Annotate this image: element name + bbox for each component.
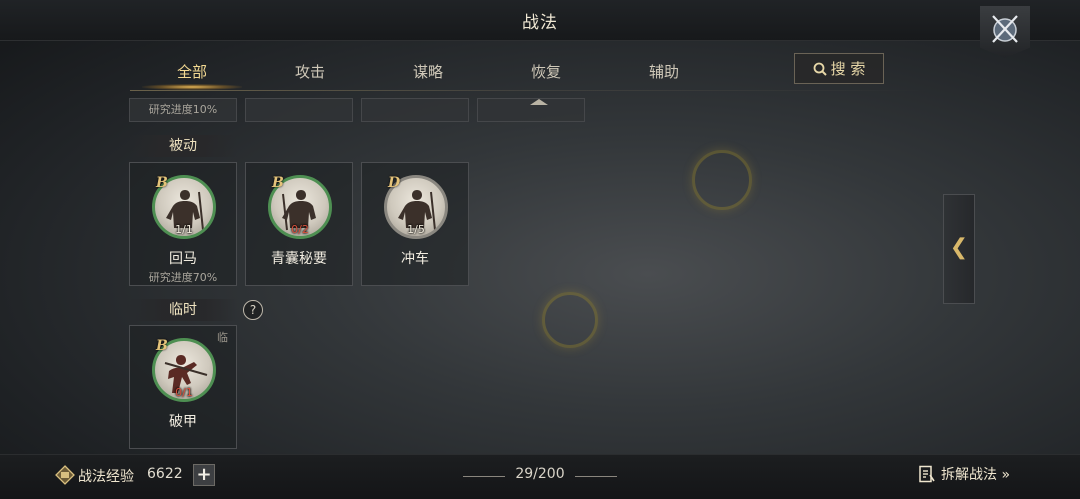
help-icon[interactable]: ? [243,300,263,320]
skill-card[interactable]: D 1/5 冲车 [361,162,469,286]
research-progress-slot [245,98,353,122]
skill-grade: B [272,175,284,191]
page-count-divider [575,476,617,477]
skill-name: 冲车 [401,251,429,267]
ambient-glow-ring [542,292,598,348]
tab-attack[interactable]: 攻击 [255,58,365,88]
skill-card[interactable]: 临 B 0/1 破甲 [129,325,237,449]
side-panel-toggle[interactable]: ❮ [943,194,975,304]
search-button[interactable]: 搜 索 [794,53,884,84]
skill-grade: B [156,338,168,354]
tab-recovery[interactable]: 恢复 [491,58,601,88]
skill-exp-icon [55,465,75,485]
skill-exp-label: 战法经验 [78,469,134,485]
tab-divider [130,90,930,91]
skill-card[interactable]: B 0/2 青囊秘要 [245,162,353,286]
skill-count: 0/2 [291,223,309,236]
decompose-label: 拆解战法 » [941,467,1011,483]
skill-count: 0/1 [175,386,193,399]
research-progress-slot: 研究进度10% [129,98,237,122]
skill-capacity-count: 29/200 [515,466,565,482]
research-progress-slot [361,98,469,122]
skill-name: 青囊秘要 [271,251,327,267]
skill-grade: B [156,175,168,191]
page-count-divider [463,476,505,477]
search-label: 搜 索 [830,60,866,78]
skill-research-progress: 研究进度70% [148,271,218,284]
document-icon [919,465,935,483]
tab-support[interactable]: 辅助 [609,58,719,88]
skill-grade: D [388,175,401,191]
collapse-caret-icon[interactable] [530,99,548,105]
skill-name: 破甲 [169,414,197,430]
top-bar: 战法 [0,0,1080,41]
ambient-glow-ring [692,150,752,210]
skill-name: 回马 [169,251,197,267]
crossed-swords-icon [992,15,1018,43]
decompose-skill-button[interactable]: 拆解战法 » [918,464,1010,486]
tab-strategy[interactable]: 谋略 [373,58,483,88]
add-exp-button[interactable]: + [193,464,215,486]
skill-exp-value: 6622 [147,466,183,482]
search-icon [813,62,827,76]
tab-all[interactable]: 全部 [137,58,247,90]
close-button[interactable] [980,6,1030,58]
skill-count: 1/1 [175,223,193,236]
section-label-passive: 被动 [129,135,237,157]
skill-card[interactable]: B 1/1 回马 研究进度70% [129,162,237,286]
page-title: 战法 [522,13,558,33]
temporary-tag: 临 [217,331,228,344]
section-label-temporary: 临时 [129,299,237,321]
skill-count: 1/5 [407,223,425,236]
